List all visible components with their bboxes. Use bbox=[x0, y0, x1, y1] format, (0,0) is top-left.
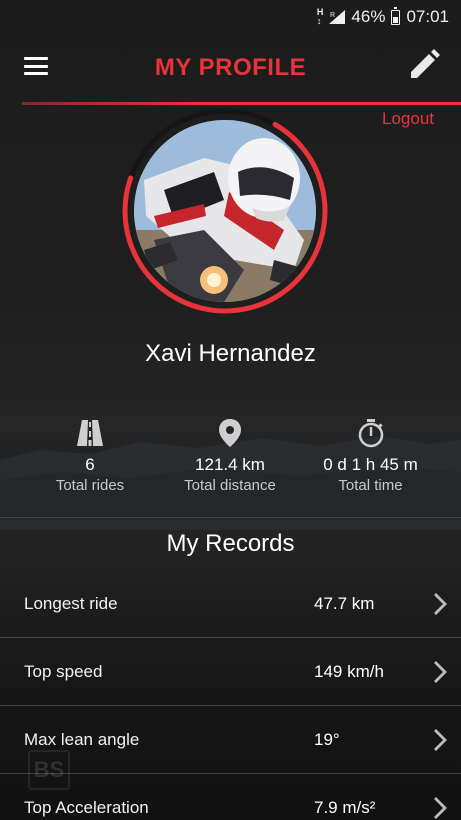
stopwatch-icon bbox=[358, 419, 383, 448]
chevron-right-icon bbox=[434, 729, 447, 751]
record-label: Longest ride bbox=[24, 594, 118, 613]
logout-link[interactable]: Logout bbox=[382, 109, 434, 129]
stats-row: 6 Total rides 121.4 km Total distance 0 … bbox=[0, 418, 461, 508]
record-row-top-acceleration[interactable]: Top Acceleration 7.9 m/s² bbox=[0, 774, 461, 820]
stat-label: Total distance bbox=[184, 477, 276, 494]
page-title: MY PROFILE bbox=[154, 54, 307, 81]
battery-icon bbox=[391, 6, 401, 25]
edit-pencil-icon[interactable] bbox=[407, 48, 441, 82]
records-list: Longest ride 47.7 km Top speed 149 km/h … bbox=[0, 570, 461, 820]
network-type-indicator: H ↕ bbox=[316, 7, 324, 26]
profile-screen: H ↕ R 46% 07:01 MY PROFILE Logout Xavi H… bbox=[0, 0, 461, 820]
records-title: My Records bbox=[166, 530, 295, 557]
battery-percentage: 46% bbox=[351, 7, 386, 26]
chevron-right-icon bbox=[434, 593, 447, 615]
svg-text:R: R bbox=[330, 12, 335, 19]
chevron-right-icon bbox=[434, 661, 447, 683]
record-value: 7.9 m/s² bbox=[314, 798, 376, 817]
stat-label: Total time bbox=[338, 477, 403, 494]
record-label: Top speed bbox=[24, 662, 103, 681]
stat-value: 121.4 km bbox=[195, 455, 265, 474]
chevron-right-icon bbox=[434, 797, 447, 819]
clock: 07:01 bbox=[406, 7, 449, 26]
record-row-top-speed[interactable]: Top speed 149 km/h bbox=[0, 638, 461, 706]
record-row-max-lean-angle[interactable]: Max lean angle 19° bbox=[0, 706, 461, 774]
location-pin-icon bbox=[219, 419, 241, 447]
status-bar: H ↕ R 46% 07:01 bbox=[0, 0, 461, 34]
rider-photo bbox=[134, 120, 316, 302]
avatar-container[interactable] bbox=[120, 106, 330, 316]
record-value: 47.7 km bbox=[314, 594, 375, 613]
avatar bbox=[134, 120, 316, 302]
record-label: Max lean angle bbox=[24, 730, 140, 749]
stat-total-distance: 121.4 km Total distance bbox=[180, 418, 280, 508]
road-icon bbox=[77, 420, 103, 446]
app-bar: MY PROFILE bbox=[0, 34, 461, 100]
section-divider bbox=[0, 517, 461, 518]
header-divider bbox=[22, 102, 461, 105]
stat-label: Total rides bbox=[55, 477, 125, 494]
stat-total-rides: 6 Total rides bbox=[0, 418, 180, 508]
stat-value: 0 d 1 h 45 m bbox=[323, 455, 418, 474]
record-row-longest-ride[interactable]: Longest ride 47.7 km bbox=[0, 570, 461, 638]
record-value: 19° bbox=[314, 730, 340, 749]
user-name: Xavi Hernandez bbox=[145, 340, 316, 367]
signal-icon: R bbox=[329, 10, 346, 24]
record-label: Top Acceleration bbox=[24, 798, 149, 817]
stat-value: 6 bbox=[85, 455, 95, 474]
stat-total-time: 0 d 1 h 45 m Total time bbox=[280, 418, 461, 508]
record-value: 149 km/h bbox=[314, 662, 384, 681]
